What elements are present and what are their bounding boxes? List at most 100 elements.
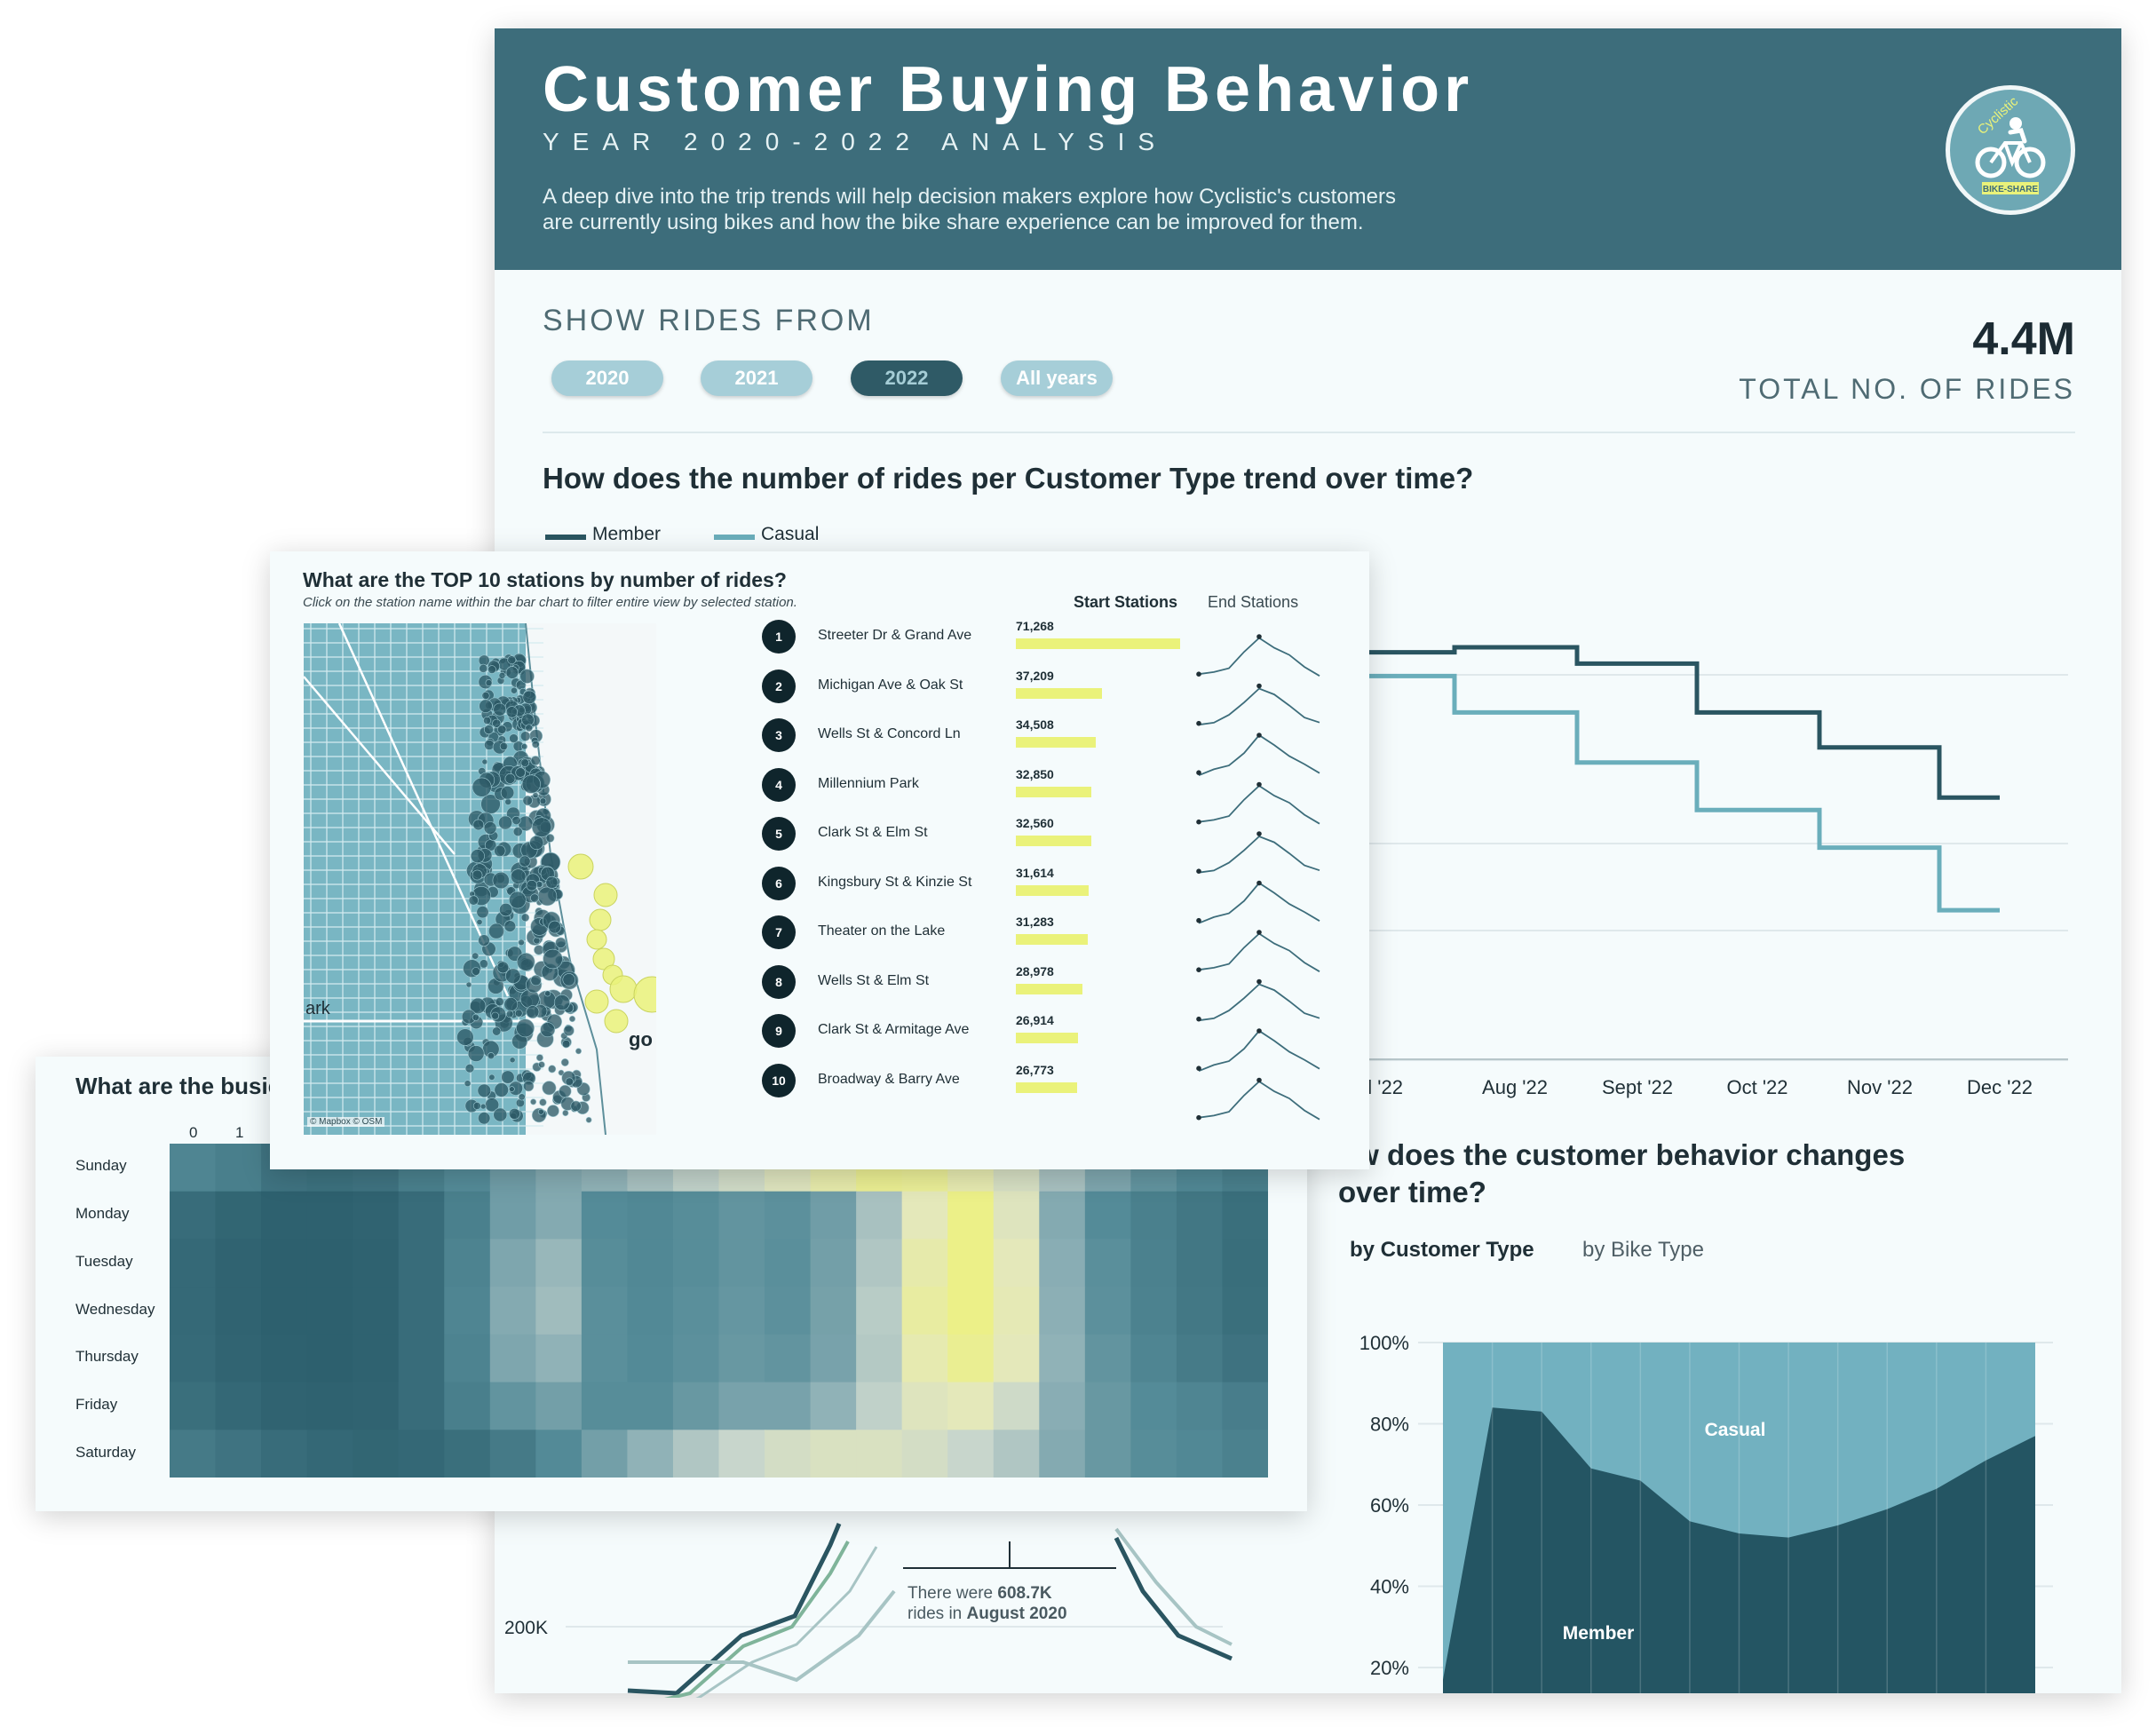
heatmap-cell[interactable] [1176,1191,1224,1240]
heatmap-cell[interactable] [444,1191,491,1240]
station-dot[interactable] [570,1100,582,1112]
heatmap-cell[interactable] [444,1239,491,1287]
station-dot[interactable] [525,724,533,732]
station-dot[interactable] [505,706,519,718]
station-bar[interactable] [1016,687,1102,699]
heatmap-cell[interactable] [947,1191,995,1240]
heatmap-cell[interactable] [947,1239,995,1287]
station-dot[interactable] [507,655,517,665]
station-dot[interactable] [485,679,493,686]
station-dot[interactable] [529,836,544,851]
station-name[interactable]: Theater on the Lake [818,923,945,939]
heatmap-cell[interactable] [627,1191,674,1240]
station-dot[interactable] [522,795,533,806]
tab-start-stations[interactable]: Start Stations [1074,593,1177,612]
station-dot[interactable] [505,666,519,679]
heatmap-cell[interactable] [672,1287,720,1335]
heatmap-cell[interactable] [718,1430,765,1478]
heatmap-cell[interactable] [170,1191,217,1240]
station-bar[interactable] [1016,884,1089,896]
heatmap-cell[interactable] [947,1287,995,1335]
heatmap-cell[interactable] [1222,1287,1268,1335]
station-dot[interactable] [483,717,492,725]
station-dot[interactable] [553,994,570,1010]
heatmap-cell[interactable] [672,1191,720,1240]
heatmap-cell[interactable] [353,1287,400,1335]
station-dot[interactable] [537,886,558,907]
top-station-dot[interactable] [589,908,612,931]
heatmap-cell[interactable] [810,1430,857,1478]
heatmap-cell[interactable] [947,1382,995,1430]
heatmap-cell[interactable] [398,1430,445,1478]
heatmap-cell[interactable] [353,1382,400,1430]
station-dot[interactable] [518,1093,526,1101]
station-dot[interactable] [561,1040,571,1049]
station-dot[interactable] [538,1061,545,1068]
station-dot[interactable] [531,817,552,837]
station-dot[interactable] [562,973,575,986]
heatmap-cell[interactable] [398,1287,445,1335]
heatmap-cell[interactable] [398,1382,445,1430]
station-dot[interactable] [531,741,540,749]
station-dot[interactable] [575,1048,582,1055]
heatmap-cell[interactable] [810,1287,857,1335]
station-dot[interactable] [523,1081,535,1092]
heatmap-cell[interactable] [1130,1191,1177,1240]
station-dot[interactable] [546,1105,559,1117]
station-dot[interactable] [534,945,544,955]
station-dot[interactable] [521,774,541,794]
heatmap-cell[interactable] [489,1287,536,1335]
heatmap-cell[interactable] [489,1239,536,1287]
station-name[interactable]: Clark St & Armitage Ave [818,1022,969,1038]
station-dot[interactable] [483,821,497,835]
heatmap-cell[interactable] [535,1334,583,1383]
station-dot[interactable] [504,798,511,805]
heatmap-cell[interactable] [535,1287,583,1335]
heatmap-cell[interactable] [718,1287,765,1335]
station-dot[interactable] [493,702,507,717]
heatmap-cell[interactable] [810,1334,857,1383]
station-dot[interactable] [515,767,526,778]
heatmap-cell[interactable] [765,1287,812,1335]
station-dot[interactable] [464,1080,472,1088]
heatmap-cell[interactable] [489,1334,536,1383]
heatmap-cell[interactable] [1176,1287,1224,1335]
station-dot[interactable] [472,869,483,881]
station-dot[interactable] [519,731,531,741]
heatmap-cell[interactable] [672,1382,720,1430]
station-dot[interactable] [467,1045,485,1062]
heatmap-cell[interactable] [306,1430,353,1478]
heatmap-cell[interactable] [581,1382,629,1430]
heatmap-cell[interactable] [581,1191,629,1240]
heatmap-cell[interactable] [353,1430,400,1478]
station-dot[interactable] [520,758,529,767]
station-dot[interactable] [516,952,535,971]
heatmap-cell[interactable] [993,1287,1040,1335]
station-dot[interactable] [514,1009,523,1018]
station-name[interactable]: Broadway & Barry Ave [818,1072,960,1088]
station-dot[interactable] [472,1013,480,1021]
heatmap-cell[interactable] [581,1287,629,1335]
heatmap-cell[interactable] [901,1239,948,1287]
stations-map[interactable]: ark go © Mapbox © OSM [304,623,656,1135]
heatmap-cell[interactable] [535,1430,583,1478]
heatmap-cell[interactable] [1039,1239,1086,1287]
heatmap-cell[interactable] [1222,1430,1268,1478]
station-dot[interactable] [519,855,531,868]
station-dot[interactable] [537,1108,544,1115]
station-dot[interactable] [479,699,493,713]
heatmap-cell[interactable] [215,1144,262,1192]
year-button-all[interactable]: All years [1001,360,1113,396]
station-dot[interactable] [530,893,540,903]
station-dot[interactable] [522,690,536,705]
station-bar[interactable] [1016,934,1088,945]
heatmap-cell[interactable] [810,1239,857,1287]
heatmap-cell[interactable] [306,1239,353,1287]
station-dot[interactable] [484,740,495,750]
station-bar[interactable] [1016,983,1082,994]
station-dot[interactable] [476,918,483,925]
station-dot[interactable] [559,1084,572,1098]
heatmap-cell[interactable] [1084,1430,1131,1478]
station-dot[interactable] [540,1022,556,1038]
tab-end-stations[interactable]: End Stations [1208,593,1298,612]
